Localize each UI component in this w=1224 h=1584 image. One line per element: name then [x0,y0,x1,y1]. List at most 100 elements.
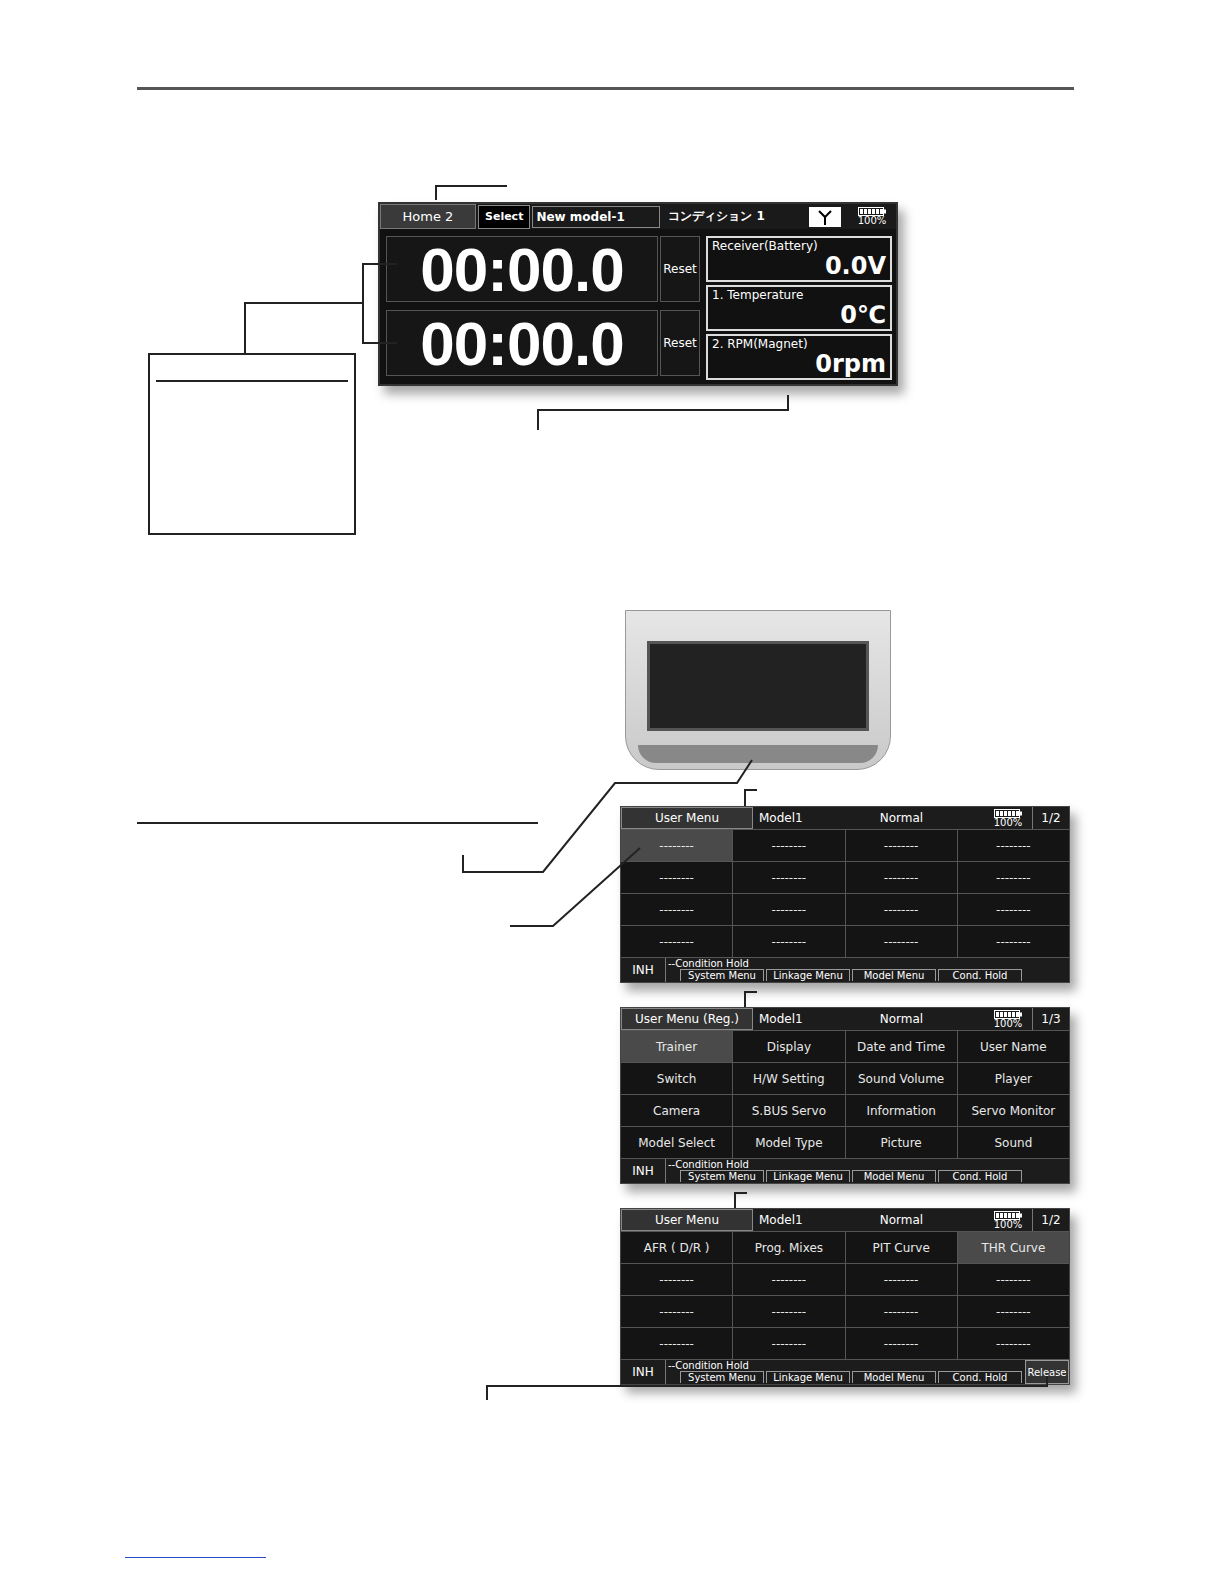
menu-cell[interactable]: -------- [621,926,732,957]
release-button[interactable]: Release [1025,1360,1069,1384]
condition-name: Normal [855,1213,988,1227]
menu-cell[interactable]: -------- [958,1264,1069,1295]
menu-cell[interactable]: -------- [958,1296,1069,1327]
model-name: New model-1 [532,206,660,228]
model-name: Model1 [753,811,855,825]
menu-cell[interactable]: Camera [621,1095,732,1126]
menu-cell[interactable]: -------- [846,1296,957,1327]
battery-indicator: 100% [988,1010,1028,1029]
footer-button[interactable]: Model Menu [852,1371,936,1383]
inh-button[interactable]: INH [621,1360,666,1384]
menu-cell[interactable]: Player [958,1063,1069,1094]
menu-title[interactable]: User Menu [621,1209,753,1231]
battery-indicator: 100% [988,809,1028,828]
footer-button[interactable]: System Menu [680,969,764,981]
menu-cell[interactable]: THR Curve [958,1232,1069,1263]
select-button[interactable]: Select [478,205,530,229]
menu-cell[interactable]: -------- [621,894,732,925]
menu-header: User Menu (Reg.)Model1Normal100%1/3 [621,1008,1069,1030]
menu-cell[interactable]: Prog. Mixes [733,1232,844,1263]
reset-button[interactable]: Reset [660,310,700,376]
footer-button[interactable]: Model Menu [852,1170,936,1182]
page-indicator[interactable]: 1/2 [1032,807,1069,829]
menu-cell[interactable]: -------- [958,894,1069,925]
telemetry-box[interactable]: 1. Temperature0℃ [706,285,892,331]
footer-button[interactable]: Linkage Menu [766,1371,850,1383]
menu-cell[interactable]: -------- [733,894,844,925]
timer-display[interactable]: 00:00.0 [386,236,658,302]
menu-cell[interactable]: Information [846,1095,957,1126]
antenna-icon [808,206,842,228]
footer-button[interactable]: Linkage Menu [766,969,850,981]
menu-cell[interactable]: -------- [733,862,844,893]
footer-button[interactable]: Linkage Menu [766,1170,850,1182]
timer-display[interactable]: 00:00.0 [386,310,658,376]
menu-cell[interactable]: H/W Setting [733,1063,844,1094]
menu-cell[interactable]: Servo Monitor [958,1095,1069,1126]
menu-cell[interactable]: PIT Curve [846,1232,957,1263]
menu-cell[interactable]: -------- [621,1264,732,1295]
menu-cell[interactable]: -------- [733,1296,844,1327]
inh-button[interactable]: INH [621,1159,666,1183]
menu-cell[interactable]: -------- [621,1328,732,1359]
condition-hold-label: --Condition Hold [668,1159,1069,1170]
menu-cell[interactable]: -------- [846,830,957,861]
telemetry-box[interactable]: 2. RPM(Magnet)0rpm [706,334,892,380]
menu-cell[interactable]: S.BUS Servo [733,1095,844,1126]
menu-title[interactable]: User Menu (Reg.) [621,1008,753,1030]
menu-cell[interactable]: -------- [846,926,957,957]
menu-cell[interactable]: -------- [733,1264,844,1295]
menu-grid: ----------------------------------------… [621,829,1069,958]
menu-cell[interactable]: -------- [846,1328,957,1359]
menu-cell[interactable]: Date and Time [846,1031,957,1062]
footer-button[interactable]: Cond. Hold [938,1170,1022,1182]
menu-cell[interactable]: -------- [733,1328,844,1359]
condition-name: Normal [855,811,988,825]
menu-cell[interactable]: Picture [846,1127,957,1158]
manual-page: Home 2SelectNew model-1コンディション 1100% 00:0… [0,0,1224,1584]
menu-cell[interactable]: Sound Volume [846,1063,957,1094]
menu-cell[interactable]: -------- [733,926,844,957]
page-indicator[interactable]: 1/2 [1032,1209,1069,1231]
footer-button[interactable]: Cond. Hold [938,969,1022,981]
menu-cell[interactable]: Switch [621,1063,732,1094]
home-tab[interactable]: Home 2 [380,204,476,229]
menu-title[interactable]: User Menu [621,807,753,829]
menu-cell[interactable]: -------- [846,862,957,893]
telemetry-box[interactable]: Receiver(Battery)0.0V [706,236,892,282]
menu-cell[interactable]: -------- [958,862,1069,893]
reset-button[interactable]: Reset [660,236,700,302]
menu-cell[interactable]: Display [733,1031,844,1062]
menu-cell[interactable]: Model Type [733,1127,844,1158]
home-header: Home 2SelectNew model-1コンディション 1100% [380,204,896,229]
footer-button[interactable]: System Menu [680,1371,764,1383]
inh-button[interactable]: INH [621,958,666,982]
menu-cell[interactable]: -------- [958,830,1069,861]
menu-cell[interactable]: User Name [958,1031,1069,1062]
menu-cell[interactable]: -------- [621,862,732,893]
menu-cell[interactable]: Trainer [621,1031,732,1062]
battery-indicator: 100% [852,207,892,226]
footer-button[interactable]: System Menu [680,1170,764,1182]
menu-grid: TrainerDisplayDate and TimeUser Name Swit… [621,1030,1069,1159]
menu-cell[interactable]: -------- [621,830,732,861]
note-box [148,353,356,535]
menu-cell[interactable]: -------- [621,1296,732,1327]
model-name: Model1 [753,1012,855,1026]
menu-cell[interactable]: -------- [958,1328,1069,1359]
menu-cell[interactable]: -------- [958,926,1069,957]
footer-button[interactable]: Cond. Hold [938,1371,1022,1383]
page-indicator[interactable]: 1/3 [1032,1008,1069,1030]
menu-cell[interactable]: Sound [958,1127,1069,1158]
menu-cell[interactable]: AFR ( D/R ) [621,1232,732,1263]
battery-icon [994,809,1022,818]
menu-cell[interactable]: Model Select [621,1127,732,1158]
menu-cell[interactable]: -------- [733,830,844,861]
condition-name: Normal [855,1012,988,1026]
model-name: Model1 [753,1213,855,1227]
menu-cell[interactable]: -------- [846,894,957,925]
footer-button[interactable]: Model Menu [852,969,936,981]
timer: 00:00.0Reset [386,236,700,302]
user-menu-screen: User MenuModel1Normal100%1/2------------… [620,806,1070,983]
menu-cell[interactable]: -------- [846,1264,957,1295]
